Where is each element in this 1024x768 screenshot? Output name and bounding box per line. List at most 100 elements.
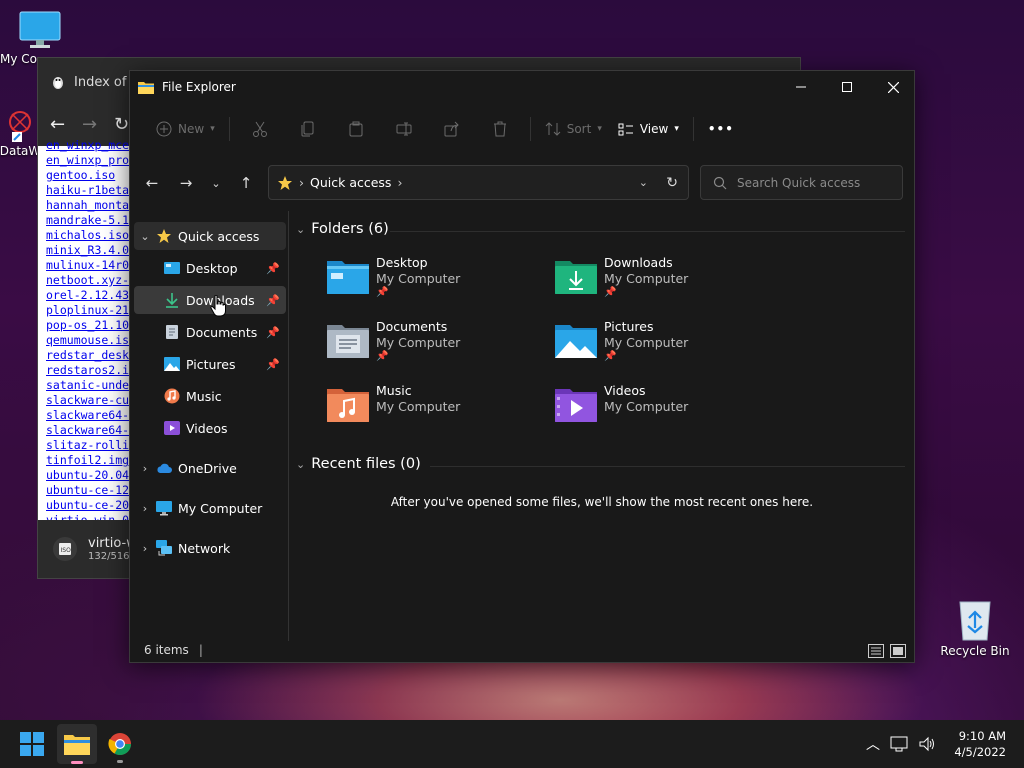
cut-button[interactable] [236, 113, 284, 145]
nav-music[interactable]: Music [134, 382, 286, 410]
network-monitor-icon[interactable] [890, 736, 908, 752]
nav-desktop[interactable]: Desktop 📌 [134, 254, 286, 282]
more-icon: ••• [707, 122, 734, 136]
music-icon [164, 388, 180, 404]
start-button[interactable] [12, 724, 52, 764]
file-link[interactable]: tinfoil2.img [46, 453, 129, 468]
file-link[interactable]: qemumouse.is [46, 333, 129, 348]
folder-tile-desktop[interactable]: Desktop My Computer 📌 [326, 255, 546, 307]
chevron-right-icon[interactable]: › [134, 502, 156, 515]
taskbar-file-explorer[interactable] [57, 724, 97, 764]
folders-section-header[interactable]: ⌄ Folders (6) [296, 221, 389, 237]
chevron-down-icon: ▾ [674, 124, 679, 134]
minimize-button[interactable] [778, 71, 824, 103]
close-button[interactable] [870, 71, 916, 103]
copy-button[interactable] [284, 113, 332, 145]
volume-icon[interactable] [918, 736, 936, 752]
file-link[interactable]: ubuntu-20.04 [46, 468, 129, 483]
file-link[interactable]: michalos.iso [46, 228, 129, 243]
file-link[interactable]: ubuntu-ce-20 [46, 498, 129, 513]
file-link[interactable]: en_winxp_mce [46, 138, 129, 153]
plus-circle-icon [156, 121, 172, 137]
desktop-icon-label: Recycle Bin [940, 644, 1010, 658]
breadcrumb-location[interactable]: Quick access [310, 175, 391, 190]
file-link[interactable]: slackware64- [46, 423, 129, 438]
file-link[interactable]: slitaz-rolli [46, 438, 129, 453]
forward-button[interactable]: → [174, 171, 198, 195]
recent-locations-button[interactable]: ⌄ [204, 171, 228, 195]
sort-button[interactable]: Sort ▾ [537, 113, 610, 145]
nav-videos[interactable]: Videos [134, 414, 286, 442]
paste-button[interactable] [332, 113, 380, 145]
recent-section-header[interactable]: ⌄ Recent files (0) [296, 456, 421, 472]
back-button[interactable]: ← [140, 171, 164, 195]
sort-label: Sort [566, 122, 592, 136]
nav-my-computer[interactable]: › My Computer [134, 494, 286, 522]
view-button[interactable]: View ▾ [610, 113, 687, 145]
file-link[interactable]: minix_R3.4.0 [46, 243, 129, 258]
desktop-icon-recycle-bin[interactable]: Recycle Bin [935, 598, 1015, 658]
nav-onedrive[interactable]: › OneDrive [134, 454, 286, 482]
chevron-right-icon[interactable]: › [134, 462, 156, 475]
taskbar-chrome[interactable] [100, 724, 140, 764]
file-link[interactable]: redstar_desk [46, 348, 129, 363]
folder-tile-music[interactable]: Music My Computer [326, 383, 546, 435]
refresh-icon[interactable]: ↻ [666, 175, 678, 191]
section-title: Folders (6) [311, 221, 389, 237]
chevron-right-icon[interactable]: › [134, 542, 156, 555]
file-link[interactable]: en_winxp_pro [46, 153, 129, 168]
file-link[interactable]: ubuntu-ce-12 [46, 483, 129, 498]
document-icon [164, 324, 180, 340]
file-link[interactable]: ploplinux-21 [46, 303, 129, 318]
file-link[interactable]: netboot.xyz- [46, 273, 129, 288]
nav-network[interactable]: › Network [134, 534, 286, 562]
clock[interactable]: 9:10 AM 4/5/2022 [954, 728, 1006, 760]
delete-button[interactable] [476, 113, 524, 145]
nav-quick-access[interactable]: ⌄ Quick access [134, 222, 286, 250]
chevron-up-icon[interactable]: ︿ [866, 734, 880, 754]
windows-logo-icon [20, 732, 44, 756]
desktop-icon-dataw[interactable]: DataW [0, 108, 40, 158]
up-button[interactable]: ↑ [234, 171, 258, 195]
file-link[interactable]: gentoo.iso [46, 168, 129, 183]
file-link[interactable]: haiku-r1beta [46, 183, 129, 198]
file-link[interactable]: slackware-cu [46, 393, 129, 408]
folder-location: My Computer [376, 271, 461, 286]
folder-tile-pictures[interactable]: Pictures My Computer 📌 [554, 319, 774, 371]
back-arrow-icon[interactable]: ← [50, 114, 74, 138]
search-box[interactable]: Search Quick access [700, 165, 903, 200]
tux-icon [53, 77, 63, 89]
new-button[interactable]: New ▾ [148, 113, 223, 145]
file-link[interactable]: redstaros2.i [46, 363, 129, 378]
more-options-button[interactable]: ••• [700, 113, 742, 145]
breadcrumb-chevron-icon[interactable]: › [397, 175, 402, 190]
forward-arrow-icon[interactable]: → [82, 114, 106, 138]
address-dropdown-icon[interactable]: ⌄ [639, 176, 648, 189]
chevron-down-icon[interactable]: ⌄ [134, 230, 156, 243]
recent-empty-message: After you've opened some files, we'll sh… [390, 495, 814, 509]
file-link[interactable]: mandrake-5.1 [46, 213, 129, 228]
nav-pictures[interactable]: Pictures 📌 [134, 350, 286, 378]
rename-button[interactable] [380, 113, 428, 145]
title-bar[interactable]: File Explorer [130, 71, 914, 103]
nav-documents[interactable]: Documents 📌 [134, 318, 286, 346]
file-link[interactable]: slackware64- [46, 408, 129, 423]
file-link[interactable]: hannah_monta [46, 198, 129, 213]
clock-time: 9:10 AM [958, 729, 1006, 743]
file-link[interactable]: mulinux-14r0 [46, 258, 129, 273]
file-link[interactable]: satanic-unde [46, 378, 129, 393]
details-view-icon[interactable] [868, 644, 884, 658]
maximize-button[interactable] [824, 71, 870, 103]
file-link[interactable]: pop-os_21.10 [46, 318, 129, 333]
share-button[interactable] [428, 113, 476, 145]
pane-divider[interactable] [288, 211, 289, 641]
clock-date: 4/5/2022 [954, 745, 1006, 759]
folder-tile-documents[interactable]: Documents My Computer 📌 [326, 319, 546, 371]
folder-name: Videos [604, 383, 646, 398]
tiles-view-icon[interactable] [890, 644, 906, 658]
address-bar[interactable]: › Quick access › ⌄ ↻ [268, 165, 689, 200]
browser-tab[interactable]: Index of / [50, 58, 135, 106]
file-link[interactable]: orel-2.12.43 [46, 288, 129, 303]
folder-tile-downloads[interactable]: Downloads My Computer 📌 [554, 255, 774, 307]
folder-tile-videos[interactable]: Videos My Computer [554, 383, 774, 435]
